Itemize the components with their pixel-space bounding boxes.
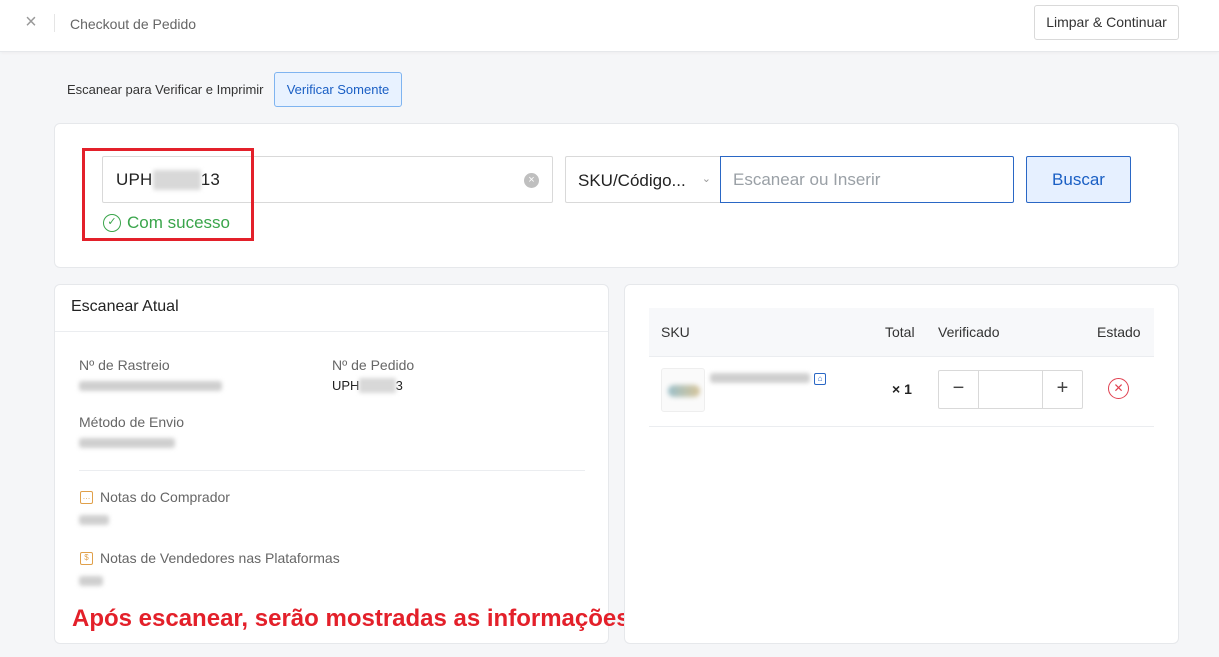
sku-type-value: SKU/Código... — [578, 171, 686, 190]
store-icon: ⌂ — [814, 373, 826, 385]
close-icon[interactable]: × — [22, 12, 40, 32]
current-scan-heading: Escanear Atual — [71, 298, 179, 315]
increment-button[interactable]: + — [1042, 371, 1082, 408]
mode-verify-only[interactable]: Verificar Somente — [274, 72, 402, 107]
shipping-method-redacted — [79, 438, 175, 448]
mode-scan-verify-print[interactable]: Escanear para Verificar e Imprimir — [67, 82, 264, 97]
tracking-number-label: Nº de Rastreio — [79, 357, 170, 373]
scan-success-status: ✓ Com sucesso — [103, 213, 230, 233]
success-text: Com sucesso — [127, 213, 230, 232]
buyer-notes-redacted — [79, 515, 109, 525]
order-number-input[interactable]: UPH0000013 × — [102, 156, 553, 203]
top-bar: × Checkout de Pedido Limpar & Continuar — [0, 0, 1219, 52]
remove-circle-icon[interactable]: ✕ — [1108, 378, 1129, 399]
column-verified: Verificado — [938, 324, 1000, 340]
verified-quantity-stepper: − + — [938, 370, 1083, 409]
verified-quantity-input[interactable] — [979, 371, 1042, 408]
chat-note-icon: … — [80, 491, 93, 504]
current-scan-panel — [54, 284, 609, 644]
chevron-down-icon: ⌄ — [701, 173, 711, 185]
shipping-method-label: Método de Envio — [79, 414, 185, 430]
info-divider — [79, 470, 585, 471]
seller-notes-label: Notas de Vendedores nas Plataformas — [100, 550, 340, 566]
row-divider — [649, 426, 1154, 427]
order-id-redacted: 00000 — [359, 378, 396, 393]
product-thumbnail — [661, 368, 705, 412]
heading-divider — [55, 331, 608, 332]
column-total: Total — [885, 324, 915, 340]
order-number-label: Nº de Pedido — [332, 357, 415, 373]
seller-note-icon: $ — [80, 552, 93, 565]
decrement-button[interactable]: − — [939, 371, 979, 408]
tracking-number-redacted — [79, 381, 222, 391]
seller-notes-redacted — [79, 576, 103, 586]
order-number-display: UPH000003 — [332, 378, 403, 393]
clear-continue-button[interactable]: Limpar & Continuar — [1034, 5, 1179, 40]
sku-type-select[interactable]: SKU/Código... ⌄ — [565, 156, 721, 203]
scan-input[interactable] — [720, 156, 1014, 203]
header-divider — [54, 14, 55, 32]
sku-name-redacted — [710, 373, 810, 383]
table-header: SKU Total Verificado Estado — [649, 308, 1154, 357]
order-number-value: UPH0000013 — [116, 170, 221, 190]
sku-total-quantity: × 1 — [892, 381, 912, 397]
buyer-notes-label: Notas do Comprador — [100, 489, 230, 505]
page-title: Checkout de Pedido — [70, 16, 197, 32]
search-button[interactable]: Buscar — [1026, 156, 1131, 203]
column-status: Estado — [1097, 324, 1141, 340]
order-number-redacted: 00000 — [152, 170, 201, 190]
clear-circle-icon[interactable]: × — [524, 173, 539, 188]
check-circle-icon: ✓ — [103, 214, 121, 232]
column-sku: SKU — [661, 324, 690, 340]
